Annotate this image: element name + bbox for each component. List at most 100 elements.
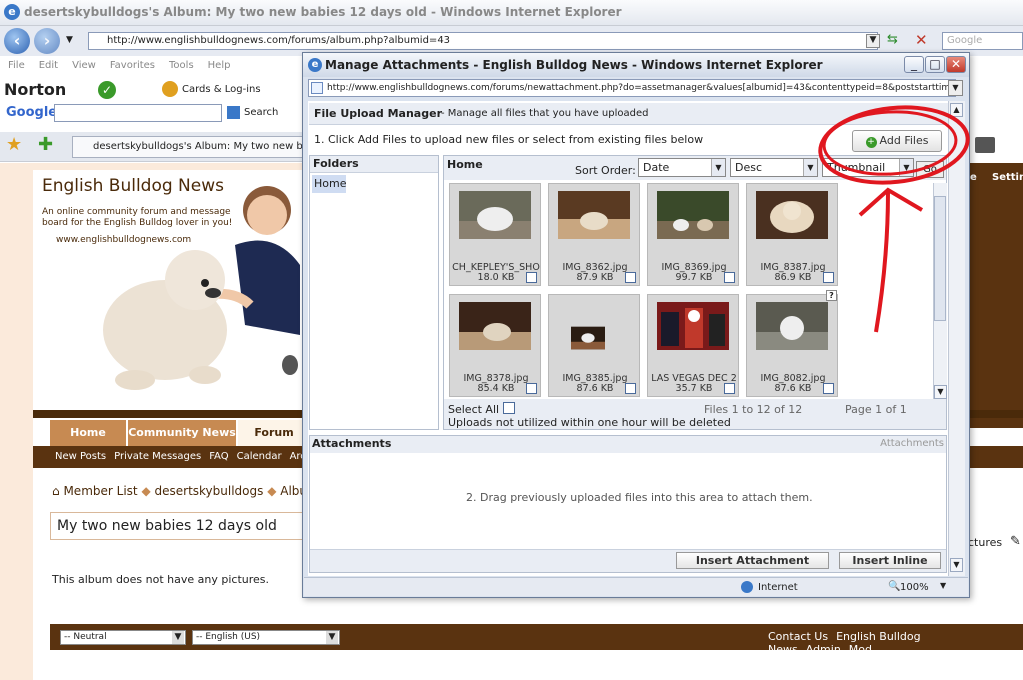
style-select-value: -- Neutral (64, 632, 107, 642)
thumbnail-image (657, 302, 729, 350)
sort-direction-select[interactable]: Desc ▼ (730, 158, 818, 177)
zoom-icon: 🔍 (888, 581, 901, 592)
pictures-link[interactable]: ctures (968, 536, 1002, 549)
nav-faq[interactable]: FAQ (209, 451, 228, 462)
folder-home[interactable]: Home (312, 175, 346, 193)
file-thumbnail[interactable]: LAS VEGAS DEC 2 35.7 KB (647, 294, 739, 397)
stop-icon[interactable]: ✕ (915, 31, 928, 49)
back-icon[interactable]: ‹ (4, 28, 30, 54)
address-dropdown-icon[interactable]: ▼ (866, 34, 880, 48)
google-search-input[interactable] (54, 104, 222, 122)
tab-community-news[interactable]: Community News (128, 420, 236, 446)
tab-forum[interactable]: Forum (238, 420, 310, 446)
select-all-checkbox[interactable] (503, 402, 515, 414)
crumb-member-list[interactable]: Member List (63, 484, 137, 498)
menu-help[interactable]: Help (208, 60, 231, 71)
file-checkbox[interactable] (625, 272, 636, 283)
nav-new-posts[interactable]: New Posts (55, 451, 106, 462)
page-search-box[interactable] (968, 428, 1023, 442)
norton-check-icon[interactable]: ✓ (98, 81, 116, 99)
file-checkbox[interactable] (823, 272, 834, 283)
file-thumbnail[interactable]: IMG_8385.jpg 87.6 KB (548, 294, 640, 397)
menu-view[interactable]: View (72, 60, 96, 71)
view-mode-select[interactable]: Thumbnail ▼ (822, 158, 914, 177)
go-button[interactable]: Go (916, 161, 944, 178)
home-icon[interactable]: ⌂ (52, 484, 60, 498)
files-scroll-thumb[interactable] (934, 196, 946, 321)
norton-label[interactable]: Norton (4, 80, 66, 99)
menu-edit[interactable]: Edit (39, 60, 58, 71)
popup-address-bar[interactable]: http://www.englishbulldognews.com/forums… (308, 79, 956, 97)
file-thumbnail[interactable]: CH_KEPLEY'S_SHO 18.0 KB (449, 183, 541, 286)
add-favorite-icon[interactable]: ✚ (38, 134, 53, 155)
file-checkbox[interactable] (724, 272, 735, 283)
favorites-star-icon[interactable]: ★ (6, 134, 22, 155)
attachments-title: Attachments (312, 437, 392, 450)
style-select[interactable]: -- Neutral ▼ (60, 630, 186, 645)
language-select[interactable]: -- English (US) ▼ (192, 630, 340, 645)
google-logo: Google (6, 105, 58, 120)
file-checkbox[interactable] (526, 272, 537, 283)
crumb-user[interactable]: desertskybulldogs (155, 484, 264, 498)
files-scroll-down-icon[interactable]: ▼ (934, 385, 947, 399)
folders-header: Folders (310, 156, 438, 173)
history-dropdown-icon[interactable]: ▼ (66, 35, 73, 45)
search-input[interactable]: Google (942, 32, 1023, 50)
maximize-button[interactable]: □ (925, 56, 945, 73)
thumbnail-image (459, 191, 531, 239)
menu-file[interactable]: File (8, 60, 25, 71)
thumbnail-image (459, 302, 531, 350)
zoom-level[interactable]: 100% (900, 582, 929, 593)
fum-description: - Manage all files that you have uploade… (441, 108, 649, 119)
popup-address-dropdown-icon[interactable]: ▼ (948, 80, 963, 96)
file-checkbox[interactable] (625, 383, 636, 394)
add-files-button[interactable]: + Add Files (852, 130, 942, 152)
popup-ie-icon: e (308, 58, 322, 72)
file-checkbox[interactable] (724, 383, 735, 394)
footer-admin[interactable]: Admin (806, 643, 841, 656)
refresh-icon[interactable]: ⇆ (887, 32, 898, 47)
print-icon[interactable] (975, 137, 995, 153)
file-checkbox[interactable] (823, 383, 834, 394)
forward-icon[interactable]: › (34, 28, 60, 54)
cards-button[interactable]: Cards & Log-ins (182, 84, 261, 95)
chevron-down-icon: ▼ (711, 159, 725, 176)
file-thumbnail[interactable]: IMG_8387.jpg 86.9 KB (746, 183, 838, 286)
breadcrumb: ⌂ Member List ◆ desertskybulldogs ◆ Albu… (52, 484, 325, 498)
select-all-label: Select All (448, 403, 500, 416)
minimize-button[interactable]: _ (904, 56, 924, 73)
menu-favorites[interactable]: Favorites (110, 60, 155, 71)
close-button[interactable]: ✕ (946, 56, 966, 73)
insert-inline-button[interactable]: Insert Inline (839, 552, 941, 569)
footer-contact-us[interactable]: Contact Us (768, 630, 828, 643)
nav-calendar[interactable]: Calendar (237, 451, 282, 462)
file-checkbox[interactable] (526, 383, 537, 394)
insert-attachment-button[interactable]: Insert Attachment (676, 552, 829, 569)
menu-bar: File Edit View Favorites Tools Help (0, 60, 300, 78)
sort-by-select[interactable]: Date ▼ (638, 158, 726, 177)
edit-icon[interactable]: ✎ (1010, 534, 1021, 549)
tab-home[interactable]: Home (50, 420, 126, 446)
file-thumbnail[interactable]: IMG_8378.jpg 85.4 KB (449, 294, 541, 397)
popup-title: Manage Attachments - English Bulldog New… (325, 58, 823, 72)
menu-tools[interactable]: Tools (169, 60, 194, 71)
nav-private-messages[interactable]: Private Messages (114, 451, 201, 462)
file-thumbnail[interactable]: IMG_8082.jpg 87.6 KB (746, 294, 838, 397)
popup-titlebar[interactable]: e Manage Attachments - English Bulldog N… (303, 53, 969, 77)
file-thumbnail[interactable]: IMG_8362.jpg 87.9 KB (548, 183, 640, 286)
address-bar[interactable]: http://www.englishbulldognews.com/forums… (88, 32, 878, 50)
view-mode-value: Thumbnail (827, 161, 886, 174)
popup-scroll-up-icon[interactable]: ▲ (950, 103, 963, 117)
file-count: Files 1 to 12 of 12 (704, 403, 803, 416)
browser-tab[interactable]: desertskybulldogs's Album: My two new ba… (72, 136, 304, 158)
help-icon[interactable]: ? (826, 290, 837, 301)
settings-link[interactable]: Setting (992, 172, 1023, 183)
google-search-button[interactable]: Search (244, 107, 278, 118)
footer-mod[interactable]: Mod (849, 643, 872, 656)
popup-scrollbar[interactable] (948, 101, 965, 576)
no-pictures-message: This album does not have any pictures. (52, 573, 270, 586)
zoom-dropdown-icon[interactable]: ▼ (940, 581, 946, 590)
popup-scroll-down-icon[interactable]: ▼ (950, 558, 963, 572)
popup-page-icon (311, 82, 323, 94)
file-thumbnail[interactable]: IMG_8369.jpg 99.7 KB (647, 183, 739, 286)
